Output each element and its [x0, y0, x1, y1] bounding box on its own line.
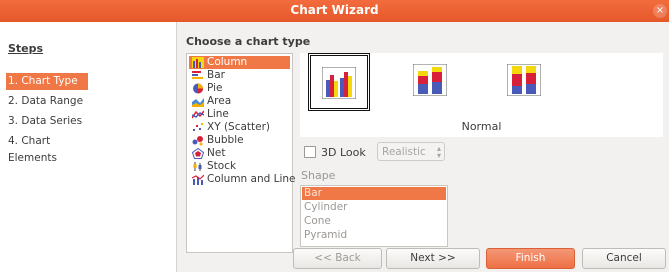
step-chart-type[interactable]: 1. Chart Type	[6, 73, 88, 90]
3d-look-checkbox[interactable]	[304, 146, 316, 158]
step-chart-elements[interactable]: 4. Chart Elements	[6, 133, 88, 164]
column-line-chart-icon	[192, 174, 204, 185]
column-chart-icon	[192, 57, 204, 68]
variant-stacked[interactable]	[402, 53, 464, 111]
bubble-chart-icon	[192, 136, 203, 146]
shape-list[interactable]: Bar Cylinder Cone Pyramid	[300, 185, 448, 247]
chart-type-stock[interactable]: Stock	[189, 160, 290, 173]
bar-chart-icon	[192, 71, 203, 79]
shape-item-pyramid[interactable]: Pyramid	[302, 229, 446, 242]
shape-item-cylinder[interactable]: Cylinder	[302, 201, 446, 214]
normal-column-icon	[322, 67, 356, 99]
chart-type-column-and-line[interactable]: Column and Line	[189, 173, 296, 186]
chart-type-line[interactable]: Line	[189, 108, 290, 121]
net-chart-icon	[192, 148, 204, 159]
shape-item-bar[interactable]: Bar	[302, 187, 446, 200]
3d-look-value: Realistic	[382, 146, 426, 158]
line-chart-icon	[192, 110, 204, 119]
shape-item-cone[interactable]: Cone	[302, 215, 446, 228]
window-title: Chart Wizard	[290, 3, 379, 17]
chart-type-scatter[interactable]: XY (Scatter)	[189, 121, 290, 134]
chart-type-list[interactable]: Column Bar Pie Area Line XY (Scatter) Bu…	[186, 53, 296, 253]
shape-label: Shape	[301, 169, 336, 182]
chart-type-net[interactable]: Net	[189, 147, 290, 160]
chart-type-pie[interactable]: Pie	[189, 82, 290, 95]
back-button[interactable]: << Back	[293, 248, 382, 269]
area-chart-icon	[192, 98, 204, 107]
cancel-button[interactable]: Cancel	[582, 248, 666, 269]
variant-normal[interactable]	[308, 53, 370, 111]
pie-chart-icon	[193, 83, 203, 94]
variant-label: Normal	[461, 120, 502, 133]
scatter-chart-icon	[193, 123, 203, 131]
step-data-series[interactable]: 3. Data Series	[6, 113, 88, 130]
chart-type-heading: Choose a chart type	[186, 35, 311, 48]
chart-type-bubble[interactable]: Bubble	[189, 134, 290, 147]
chart-type-area[interactable]: Area	[189, 95, 290, 108]
3d-look-label: 3D Look	[321, 146, 366, 159]
steps-panel: Steps 1. Chart Type 2. Data Range 3. Dat…	[0, 22, 177, 272]
next-button[interactable]: Next >>	[386, 248, 480, 269]
stock-chart-icon	[193, 162, 202, 171]
steps-title: Steps	[8, 42, 44, 55]
chart-type-column[interactable]: Column	[189, 56, 290, 69]
spin-arrows-icon: ▴ ▾	[436, 144, 441, 160]
percent-stacked-column-icon	[507, 64, 541, 96]
chart-type-bar[interactable]: Bar	[189, 69, 290, 82]
chart-variant-panel: Normal	[300, 53, 663, 137]
close-icon[interactable]: ×	[653, 4, 667, 18]
finish-button[interactable]: Finish	[486, 248, 575, 269]
variant-percent-stacked[interactable]	[496, 53, 558, 111]
3d-look-dropdown[interactable]: Realistic ▴ ▾	[377, 142, 445, 161]
title-bar: Chart Wizard ×	[0, 0, 669, 22]
step-data-range[interactable]: 2. Data Range	[6, 93, 88, 110]
stacked-column-icon	[413, 64, 447, 96]
